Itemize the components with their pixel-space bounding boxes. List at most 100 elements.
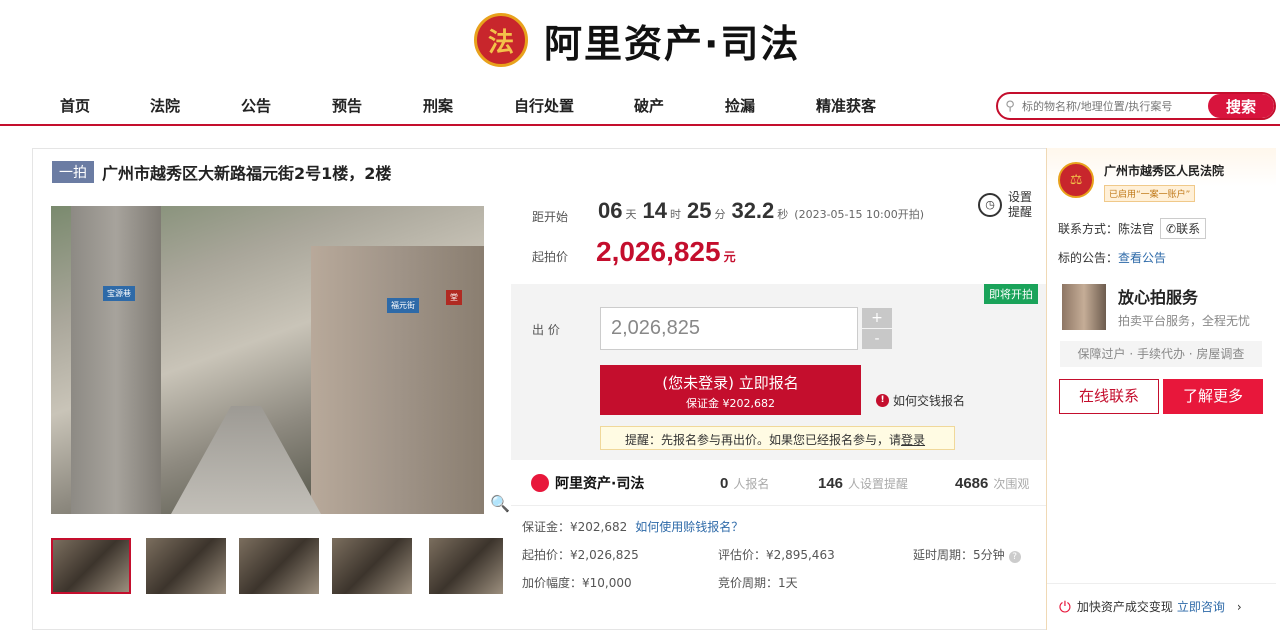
notice-label: 标的公告： — [1058, 251, 1119, 265]
nav-item-bankruptcy[interactable]: 破产 — [634, 95, 664, 116]
countdown-hours: 14 — [642, 198, 667, 223]
search-bar: ⚲ 搜索 — [996, 92, 1276, 120]
nav-item-home[interactable]: 首页 — [60, 95, 90, 116]
bid-input[interactable]: 2,026,825 — [600, 307, 858, 350]
deposit-help-link[interactable]: 如何使用赊钱报名？ — [635, 520, 743, 534]
thumbnail-3[interactable] — [239, 538, 319, 594]
contact-text: 联系方式：陈法官 — [1058, 222, 1155, 236]
court-emblem-icon: ⚖ — [1058, 162, 1094, 198]
auction-title: 广州市越秀区大新路福元街2号1楼，2楼 — [102, 164, 392, 183]
registered-count: 0 — [720, 475, 729, 492]
countdown-minutes: 25 — [686, 198, 712, 223]
bid-increase-button[interactable]: + — [862, 308, 892, 328]
deposit-text: 保证金：¥202,682 — [522, 520, 628, 534]
seconds-unit: 秒 — [777, 208, 789, 221]
nav-item-bargain[interactable]: 捡漏 — [725, 95, 755, 116]
service-features: 保障过户 · 手续代办 · 房屋调查 — [1060, 341, 1262, 367]
countdown-seconds: 32.2 — [731, 198, 775, 223]
start-note: (2023-05-15 10:00开拍) — [794, 208, 924, 221]
countdown: 06 天 14 时 25 分 32.2 秒 (2023-05-15 10:00开拍) — [598, 198, 924, 224]
consult-bar: ⏻ 加快资产成交变现 立即咨询 › — [1047, 583, 1276, 629]
nav-item-criminal[interactable]: 刑案 — [423, 95, 453, 116]
court-emblem-icon: 法 — [474, 13, 528, 67]
start-price-unit: 元 — [723, 250, 736, 264]
brand-logo-icon — [531, 474, 549, 492]
view-notice-link[interactable]: 查看公告 — [1118, 251, 1166, 265]
bid-decrease-button[interactable]: - — [862, 329, 892, 349]
nav-item-notice[interactable]: 公告 — [241, 95, 271, 116]
how-to-pay-link[interactable]: ! 如何交钱报名 — [876, 392, 965, 409]
brand-mark: 阿里资产·司法 — [531, 473, 644, 493]
search-input[interactable] — [1022, 99, 1208, 113]
nav-item-preview[interactable]: 预告 — [332, 95, 362, 116]
views-label: 次围观 — [993, 477, 1030, 491]
image-street-sign: 堂 — [446, 290, 462, 305]
image-street-sign: 宝源巷 — [103, 286, 135, 301]
auction-round-tag: 一拍 — [52, 161, 94, 183]
countdown-days: 06 — [598, 198, 623, 223]
speed-icon: ⏻ — [1059, 597, 1071, 616]
reminder-label: 设置提醒 — [1008, 190, 1033, 219]
countdown-label: 距开始 — [532, 210, 569, 224]
detail-start-price: 起拍价：¥2,026,825 — [522, 548, 639, 562]
help-icon[interactable]: ? — [1008, 551, 1021, 563]
views-count: 4686 — [955, 475, 989, 492]
reminder-count: 146 — [818, 475, 844, 492]
bid-label: 出 价 — [532, 323, 560, 337]
phone-icon: ✆ — [1166, 222, 1177, 236]
thumbnail-1[interactable] — [51, 538, 131, 594]
thumbnail-5[interactable] — [429, 538, 503, 594]
nav-item-court[interactable]: 法院 — [150, 95, 180, 116]
zoom-icon[interactable]: 🔍 — [490, 494, 510, 513]
login-tip: 提醒：先报名参与再出价。如果您已经报名参与，请登录 — [600, 426, 955, 450]
stat-views: 4686 次围观 — [955, 475, 1029, 492]
image-wall-right — [311, 246, 484, 514]
start-price: 2,026,825 元 — [596, 236, 736, 268]
site-logo[interactable]: 法 阿里资产·司法 — [474, 8, 800, 72]
detail-cycle: 竞价周期：1天 — [718, 576, 798, 590]
service-subtitle: 拍卖平台服务，全程无忧 — [1118, 314, 1251, 328]
image-wall-left — [71, 206, 161, 514]
main-property-image[interactable]: 宝源巷 福元街 堂 — [51, 206, 484, 514]
learn-more-button[interactable]: 了解更多 — [1163, 379, 1263, 414]
consult-now-link[interactable]: 立即咨询 — [1177, 598, 1225, 615]
hours-unit: 时 — [669, 208, 681, 221]
service-title: 放心拍服务 — [1118, 288, 1199, 307]
online-contact-button[interactable]: 在线联系 — [1059, 379, 1159, 414]
contact-button-label: 联系 — [1176, 222, 1201, 236]
chevron-right-icon[interactable]: › — [1237, 600, 1242, 614]
status-badge: 即将开拍 — [984, 284, 1038, 304]
registered-label: 人报名 — [733, 477, 770, 491]
start-price-label: 起拍价 — [532, 250, 569, 264]
contact-row: 联系方式：陈法官 ✆联系 — [1058, 218, 1207, 239]
speed-text: 加快资产成交变现 — [1076, 600, 1173, 614]
minutes-unit: 分 — [714, 208, 726, 221]
reminder-count-label: 人设置提醒 — [848, 477, 909, 491]
logo-text: 阿里资产·司法 — [544, 21, 801, 66]
start-price-value: 2,026,825 — [596, 236, 721, 267]
set-reminder-button[interactable]: ◷ 设置提醒 — [978, 190, 1036, 220]
detail-delay: 延时周期：5分钟? — [913, 546, 1021, 563]
info-icon: ! — [876, 394, 889, 407]
detail-increment: 加价幅度：¥10,000 — [522, 576, 632, 590]
deposit-info: 保证金：¥202,682 如何使用赊钱报名？ — [522, 518, 743, 535]
court-name[interactable]: 广州市越秀区人民法院 — [1104, 162, 1224, 179]
notice-row: 标的公告：查看公告 — [1058, 249, 1166, 266]
contact-button[interactable]: ✆联系 — [1160, 218, 1207, 239]
brand-text: 阿里资产·司法 — [555, 476, 645, 492]
building-icon — [1062, 284, 1106, 330]
nav-item-self-dispose[interactable]: 自行处置 — [514, 95, 574, 116]
court-info: ⚖ 广州市越秀区人民法院 已启用“一案一账户” — [1058, 162, 1224, 202]
thumbnail-4[interactable] — [332, 538, 412, 594]
search-icon: ⚲ — [1005, 98, 1015, 114]
nav-item-precise[interactable]: 精准获客 — [816, 95, 876, 116]
delay-text: 延时周期：5分钟 — [913, 548, 1005, 562]
stat-reminders: 146 人设置提醒 — [818, 475, 908, 492]
tip-login-link[interactable]: 登录 — [901, 433, 925, 447]
register-button[interactable]: (您未登录) 立即报名 保证金 ¥202,682 — [600, 365, 861, 415]
search-button[interactable]: 搜索 — [1208, 94, 1274, 118]
tip-text: 提醒：先报名参与再出价。如果您已经报名参与，请 — [625, 433, 902, 447]
thumbnail-2[interactable] — [146, 538, 226, 594]
detail-assess-price: 评估价：¥2,895,463 — [718, 548, 835, 562]
register-deposit-label: 保证金 ¥202,682 — [686, 397, 775, 410]
